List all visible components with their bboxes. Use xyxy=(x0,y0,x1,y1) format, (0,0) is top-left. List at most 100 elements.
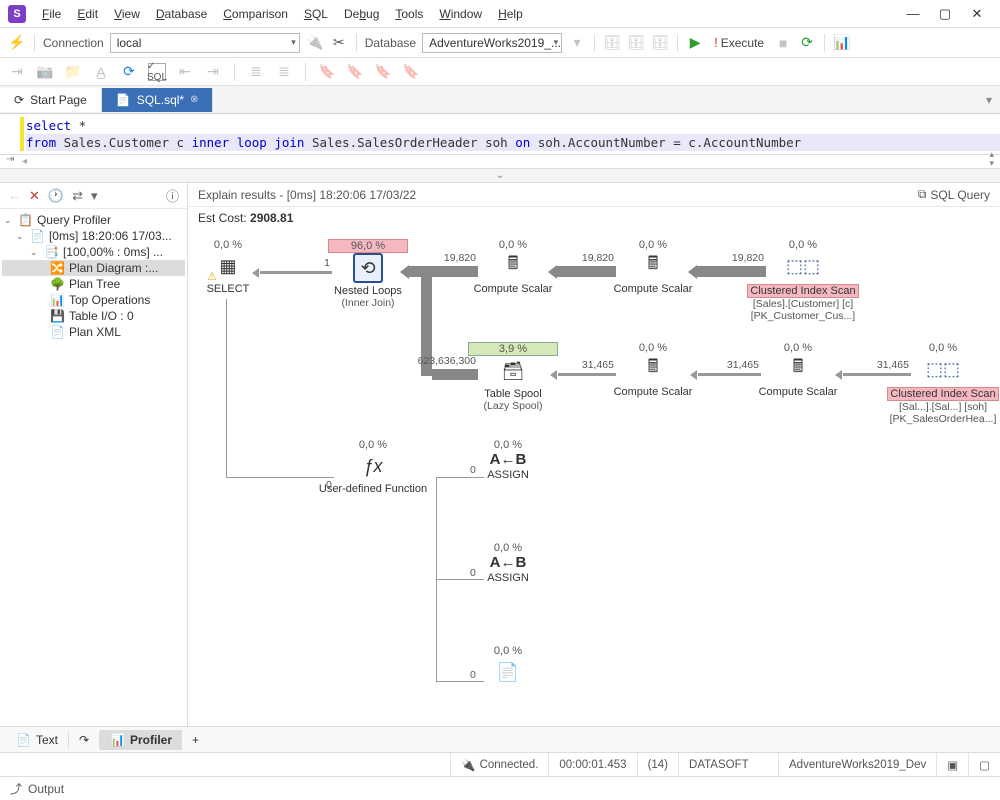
menubar: S FFileile Edit View Database Comparison… xyxy=(0,0,1000,28)
add-tab-button[interactable]: + xyxy=(182,730,209,750)
menu-tools[interactable]: Tools xyxy=(389,5,429,23)
sql-editor[interactable]: select * from Sales.Customer c inner loo… xyxy=(0,114,1000,155)
profiler-icon[interactable]: 📊 xyxy=(833,34,851,52)
menu-file[interactable]: FFileile xyxy=(36,5,67,23)
status-host: DATASOFT xyxy=(678,753,778,776)
udf-icon: ƒx xyxy=(358,451,388,481)
connector xyxy=(226,299,227,477)
node-nested-loops[interactable]: 96,0 % ⟲ Nested Loops (Inner Join) xyxy=(328,239,408,309)
arrow: 623,636,300 xyxy=(432,369,478,380)
menu-edit[interactable]: Edit xyxy=(71,5,104,23)
horizontal-splitter[interactable]: ⌄ xyxy=(0,169,1000,183)
execute-button[interactable]: !Execute xyxy=(710,35,768,50)
app-icon: S xyxy=(8,5,26,23)
bm-next-icon: 🔖 xyxy=(346,63,364,81)
output-bar[interactable]: ⤴ Output xyxy=(0,776,1000,800)
node-assign-2[interactable]: 0,0 % A←B ASSIGN xyxy=(478,542,538,584)
menu-debug[interactable]: Debug xyxy=(338,5,385,23)
bottom-tabs: 📄 Text ↷ 📊 Profiler + xyxy=(0,726,1000,752)
settings-icon[interactable]: ▾ xyxy=(91,188,98,204)
node-xml[interactable]: 0,0 % 📄 xyxy=(478,645,538,689)
i2-icon: ⇥ xyxy=(204,63,222,81)
compute-scalar-icon: 🖩 xyxy=(498,251,528,281)
compare-icon[interactable]: ⇄ xyxy=(72,188,83,204)
info-icon[interactable]: ⓘ xyxy=(166,186,179,205)
history-icon[interactable]: 🕐 xyxy=(48,188,64,204)
main-toolbar: ⚡ Connection local 🔌 ✂ Database Adventur… xyxy=(0,28,1000,58)
tree-table-io[interactable]: 💾 Table I/O : 0 xyxy=(2,308,185,324)
outdent-icon: ⇤ xyxy=(176,63,194,81)
indent-icon: ⇥ xyxy=(8,63,26,81)
node-compute-scalar-4[interactable]: 0,0 % 🖩 Compute Scalar xyxy=(753,342,843,398)
arrow: 31,465 xyxy=(698,373,761,376)
refresh-exec-icon[interactable]: ⟳ xyxy=(798,34,816,52)
node-compute-scalar-3[interactable]: 0,0 % 🖩 Compute Scalar xyxy=(608,342,698,398)
document-tabs: ⟳ Start Page 📄 SQL.sql* ⊗ ▾ xyxy=(0,86,1000,114)
disconnect-icon[interactable]: ✂ xyxy=(330,34,348,52)
db-icon-1: ▾ xyxy=(568,34,586,52)
tree-plan-xml[interactable]: 📄 Plan XML xyxy=(2,324,185,340)
index-scan-icon: ⬚⬚ xyxy=(928,354,958,384)
delete-icon[interactable]: ✕ xyxy=(29,188,40,204)
node-compute-scalar-2[interactable]: 0,0 % 🖩 Compute Scalar xyxy=(608,239,698,295)
tab-start-page[interactable]: ⟳ Start Page xyxy=(0,88,102,112)
xml-icon: 📄 xyxy=(493,657,523,687)
node-table-spool[interactable]: 3,9 % 🗃 Table Spool (Lazy Spool) xyxy=(468,342,558,412)
status-time: 00:00:01.453 xyxy=(548,753,636,776)
menu-window[interactable]: Window xyxy=(433,5,488,23)
tree-top-operations[interactable]: 📊 Top Operations xyxy=(2,292,185,308)
connection-dropdown[interactable]: local xyxy=(110,33,300,53)
tab-profiler[interactable]: 📊 Profiler xyxy=(100,730,182,750)
tree-panel: ← ✕ 🕐 ⇄ ▾ ⓘ ⌄📋 Query Profiler ⌄📄 [0ms] 1… xyxy=(0,183,188,726)
minimize-button[interactable]: — xyxy=(906,7,920,21)
status-layout-2[interactable]: ▢ xyxy=(968,753,1000,776)
node-select[interactable]: 0,0 % ▦⚠ SELECT xyxy=(198,239,258,295)
tab-sql-file[interactable]: 📄 SQL.sql* ⊗ xyxy=(102,88,214,112)
sql-query-button[interactable]: ⧉ SQL Query xyxy=(918,187,990,202)
refresh-icon[interactable]: ⟳ xyxy=(120,63,138,81)
tree-timestamp[interactable]: ⌄📄 [0ms] 18:20:06 17/03... xyxy=(2,228,185,244)
database-dropdown[interactable]: AdventureWorks2019_... xyxy=(422,33,562,53)
tab-menu-icon[interactable]: ▾ xyxy=(978,93,1000,107)
menu-comparison[interactable]: Comparison xyxy=(217,5,294,23)
connector xyxy=(436,579,484,580)
font-icon: A̲ xyxy=(92,63,110,81)
close-button[interactable]: ✕ xyxy=(970,7,984,21)
node-udf[interactable]: 0,0 % ƒx User-defined Function xyxy=(318,439,428,495)
connector xyxy=(436,477,484,478)
table-spool-icon: 🗃 xyxy=(498,356,528,386)
tab-text[interactable]: 📄 Text xyxy=(6,730,68,750)
stop-icon: ■ xyxy=(774,34,792,52)
node-assign-1[interactable]: 0,0 % A←B ASSIGN xyxy=(478,439,538,481)
bm-prev-icon: 🔖 xyxy=(374,63,392,81)
node-compute-scalar-1[interactable]: 0,0 % 🖩 Compute Scalar xyxy=(468,239,558,295)
run-icon[interactable]: ▶ xyxy=(686,34,704,52)
connector xyxy=(436,681,484,682)
database-label: Database xyxy=(365,36,416,50)
tab-close-icon[interactable]: ⊗ xyxy=(190,94,198,105)
new-connection-icon[interactable]: ⚡ xyxy=(8,34,26,52)
tree-root[interactable]: ⌄📋 Query Profiler xyxy=(2,212,185,228)
connector xyxy=(226,477,334,478)
tree-percent[interactable]: ⌄📑 [100,00% : 0ms] ... xyxy=(2,244,185,260)
status-layout-1[interactable]: ▣ xyxy=(936,753,968,776)
tree-plan-tree[interactable]: 🌳 Plan Tree xyxy=(2,276,185,292)
node-clustered-index-scan-2[interactable]: 0,0 % ⬚⬚ Clustered Index Scan [Sal...].[… xyxy=(883,342,1000,425)
edit-toolbar: ⇥ 📷 📁 A̲ ⟳ ✓SQL ⇤ ⇥ ≣ ≣ 🔖 🔖 🔖 🔖 xyxy=(0,58,1000,86)
db-tool-3: 🗄 xyxy=(651,34,669,52)
tree-plan-diagram[interactable]: 🔀 Plan Diagram :... xyxy=(2,260,185,276)
menu-view[interactable]: View xyxy=(108,5,146,23)
menu-sql[interactable]: SQL xyxy=(298,5,334,23)
plan-canvas[interactable]: 0,0 % ▦⚠ SELECT 96,0 % ⟲ Nested Loops (I… xyxy=(188,229,1000,726)
est-cost: Est Cost: 2908.81 xyxy=(188,207,1000,229)
connect-icon: 🔌 xyxy=(306,34,324,52)
status-bar: 🔌Connected. 00:00:01.453 (14) DATASOFT A… xyxy=(0,752,1000,776)
tab-arrow[interactable]: ↷ xyxy=(69,730,99,750)
camera-icon: 📷 xyxy=(36,63,54,81)
menu-database[interactable]: Database xyxy=(150,5,213,23)
sql-format-icon[interactable]: ✓SQL xyxy=(148,63,166,81)
menu-help[interactable]: Help xyxy=(492,5,529,23)
maximize-button[interactable]: ▢ xyxy=(938,7,952,21)
arrow: 19,820 xyxy=(556,266,616,277)
align-icon: ≣ xyxy=(247,63,265,81)
